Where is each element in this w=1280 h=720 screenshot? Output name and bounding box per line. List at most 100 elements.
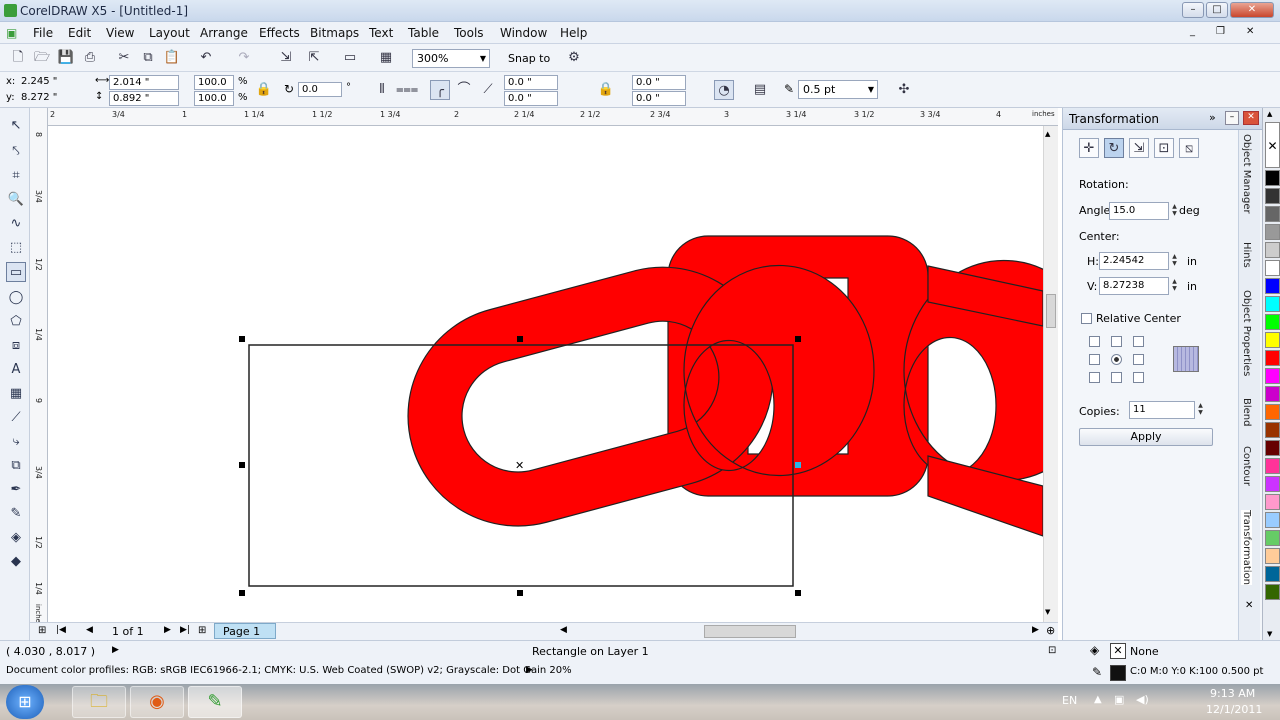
firefox-taskbar-icon[interactable]: ◉ <box>130 686 184 718</box>
menu-effects[interactable]: Effects <box>259 26 300 40</box>
ellipse-tool-icon[interactable]: ◯ <box>6 288 26 308</box>
save-icon[interactable]: 💾 <box>56 48 76 68</box>
export-icon[interactable]: ⇱ <box>304 48 324 68</box>
zoom-dropdown[interactable]: 300% ▼ <box>412 49 490 68</box>
anchor-top-right[interactable] <box>1133 336 1144 347</box>
no-color-swatch[interactable]: ✕ <box>1265 122 1280 168</box>
anchor-top-left[interactable] <box>1089 336 1100 347</box>
color-swatch[interactable] <box>1265 242 1280 258</box>
doc-min-icon[interactable]: _ <box>1190 26 1195 37</box>
drawing-canvas[interactable]: ✕ <box>48 126 1043 622</box>
prev-page-icon[interactable]: ◀ <box>86 625 93 635</box>
mirror-horizontal-icon[interactable]: ⫴ <box>372 80 392 100</box>
table-tool-icon[interactable]: ▦ <box>6 384 26 404</box>
paste-icon[interactable]: 📋 <box>162 48 182 68</box>
rotate-mode-icon[interactable]: ↻ <box>1104 138 1124 158</box>
color-swatch[interactable] <box>1265 278 1280 294</box>
color-swatch[interactable] <box>1265 314 1280 330</box>
zoom-tool-icon[interactable]: 🔍 <box>6 190 26 210</box>
lock-corners-icon[interactable]: 🔒 <box>596 80 616 100</box>
color-swatch[interactable] <box>1265 584 1280 600</box>
blend-tool-icon[interactable]: ⧉ <box>6 456 26 476</box>
doc-close-icon[interactable]: ✕ <box>1246 26 1254 37</box>
copies-field[interactable]: 11 <box>1129 401 1195 419</box>
page-tab[interactable]: Page 1 <box>214 623 276 639</box>
palette-down-icon[interactable]: ▼ <box>1267 630 1272 638</box>
first-page-icon[interactable]: |◀ <box>56 625 66 635</box>
x-position-field[interactable]: 2.245 " <box>18 75 86 90</box>
docker-close-icon[interactable]: ✕ <box>1243 111 1259 125</box>
color-swatch[interactable] <box>1265 494 1280 510</box>
outline-color-swatch[interactable] <box>1110 665 1126 681</box>
skew-mode-icon[interactable]: ⧅ <box>1179 138 1199 158</box>
page-options-icon[interactable]: ⊞ <box>38 625 46 636</box>
close-docker-tabs-icon[interactable]: ✕ <box>1245 600 1253 611</box>
anchor-top[interactable] <box>1111 336 1122 347</box>
menu-view[interactable]: View <box>106 26 134 40</box>
color-swatch[interactable] <box>1265 512 1280 528</box>
profiles-expand-icon[interactable]: ▶ <box>526 665 533 675</box>
import-icon[interactable]: ⇲ <box>276 48 296 68</box>
handle-left[interactable] <box>239 462 245 468</box>
menu-edit[interactable]: Edit <box>68 26 91 40</box>
clock-time[interactable]: 9:13 AM <box>1210 687 1255 700</box>
scale-mirror-mode-icon[interactable]: ⇲ <box>1129 138 1149 158</box>
tray-arrow-icon[interactable]: ▲ <box>1094 694 1102 705</box>
network-icon[interactable]: ▣ <box>1114 693 1124 706</box>
docker-minimize-icon[interactable]: – <box>1225 111 1239 125</box>
eyedropper-tool-icon[interactable]: ✒ <box>6 480 26 500</box>
chamfered-corner-icon[interactable]: ⟋ <box>478 80 498 100</box>
menu-help[interactable]: Help <box>560 26 587 40</box>
menu-window[interactable]: Window <box>500 26 547 40</box>
color-swatch[interactable] <box>1265 206 1280 222</box>
corner-radius-tr-field[interactable]: 0.0 " <box>632 75 686 90</box>
docker-expand-icon[interactable]: » <box>1209 111 1216 124</box>
relative-center-checkbox[interactable] <box>1081 313 1092 324</box>
horizontal-scroll-thumb[interactable] <box>704 625 796 638</box>
scale-x-field[interactable]: 100.0 <box>194 75 234 90</box>
volume-icon[interactable]: ◀) <box>1136 693 1149 706</box>
color-swatch[interactable] <box>1265 404 1280 420</box>
handle-bottom-right[interactable] <box>795 590 801 596</box>
center-h-spinner-icon[interactable]: ▲ ▼ <box>1170 253 1179 268</box>
smart-fill-tool-icon[interactable]: ⬚ <box>6 238 26 258</box>
minimize-button[interactable]: – <box>1182 2 1204 18</box>
add-page-icon[interactable]: ⊞ <box>198 625 206 636</box>
width-field[interactable]: 2.014 " <box>109 75 179 90</box>
color-swatch[interactable] <box>1265 476 1280 492</box>
scroll-down-icon[interactable]: ▼ <box>1045 608 1050 616</box>
language-indicator[interactable]: EN <box>1062 694 1077 707</box>
palette-up-icon[interactable]: ▲ <box>1267 110 1272 118</box>
next-page-icon[interactable]: ▶ <box>164 625 171 635</box>
scroll-up-icon[interactable]: ▲ <box>1045 130 1050 138</box>
options-icon[interactable]: ⚙ <box>564 48 584 68</box>
mirror-vertical-icon[interactable]: ⩶ <box>396 80 418 100</box>
handle-bottom-left[interactable] <box>239 590 245 596</box>
center-v-field[interactable]: 8.27238 <box>1099 277 1169 295</box>
color-swatch[interactable] <box>1265 422 1280 438</box>
anchor-left[interactable] <box>1089 354 1100 365</box>
center-h-field[interactable]: 2.24542 <box>1099 252 1169 270</box>
polygon-tool-icon[interactable]: ⬠ <box>6 312 26 332</box>
menu-file[interactable]: File <box>33 26 53 40</box>
color-swatch[interactable] <box>1265 368 1280 384</box>
shape-tool-icon[interactable]: ⤣ <box>6 142 26 162</box>
scroll-thumb[interactable] <box>1046 294 1056 328</box>
redo-icon[interactable]: ↷ <box>234 48 254 68</box>
color-swatch[interactable] <box>1265 458 1280 474</box>
color-swatch[interactable] <box>1265 188 1280 204</box>
round-corner-icon[interactable]: ╭ <box>430 80 450 100</box>
lock-ratio-icon[interactable]: 🔒 <box>254 80 274 100</box>
tab-transformation[interactable]: Transformation <box>1241 510 1252 586</box>
pick-tool-icon[interactable]: ↖ <box>6 116 26 136</box>
color-swatch[interactable] <box>1265 332 1280 348</box>
angle-spinner-icon[interactable]: ▲ ▼ <box>1170 203 1179 218</box>
cut-icon[interactable]: ✂ <box>114 48 134 68</box>
doc-icon[interactable]: ▣ <box>6 26 17 40</box>
text-tool-icon[interactable]: A <box>6 360 26 380</box>
copy-icon[interactable]: ⧉ <box>138 48 158 68</box>
close-button[interactable]: ✕ <box>1230 2 1274 18</box>
color-swatch[interactable] <box>1265 548 1280 564</box>
rectangle-tool-icon[interactable]: ▭ <box>6 262 26 282</box>
scroll-right-icon[interactable]: ▶ <box>1032 625 1039 635</box>
